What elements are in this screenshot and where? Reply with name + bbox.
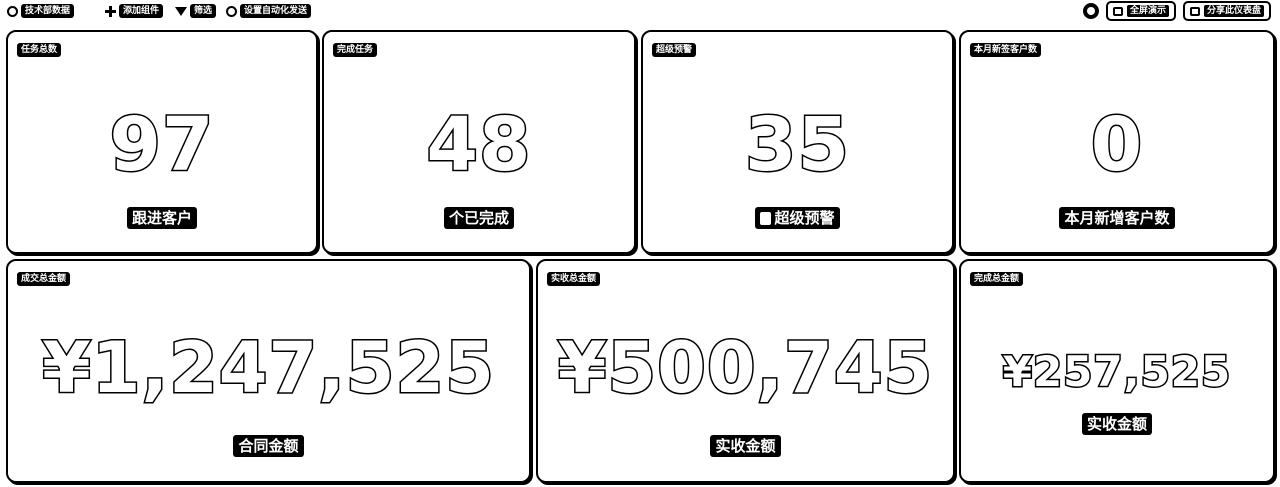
card-tag: 完成任务 bbox=[333, 43, 378, 57]
metric-caption: 超级预警 bbox=[643, 207, 952, 229]
filter-button[interactable]: 筛选 bbox=[175, 3, 217, 19]
caption-text: 跟进客户 bbox=[126, 207, 197, 229]
metric-caption: 实收金额 bbox=[961, 413, 1273, 435]
metric-caption: 合同金额 bbox=[8, 435, 529, 457]
add-widget-button[interactable]: 添加组件 bbox=[105, 3, 164, 19]
add-widget-label: 添加组件 bbox=[119, 4, 164, 18]
caption-text: 实收金额 bbox=[710, 435, 781, 457]
caption-text: 本月新增客户数 bbox=[1059, 207, 1175, 229]
filter-label: 筛选 bbox=[190, 4, 217, 18]
funnel-icon bbox=[175, 6, 187, 16]
card-done-amount[interactable]: 完成总金额 ¥257,525 实收金额 bbox=[959, 259, 1275, 483]
share-dashboard-button[interactable]: 分享此仪表盘 bbox=[1183, 1, 1272, 21]
card-total-tasks[interactable]: 任务总数 97 跟进客户 bbox=[6, 30, 318, 254]
card-tag: 成交总金额 bbox=[17, 272, 71, 286]
caption-label: 超级预警 bbox=[774, 209, 835, 227]
metric-value: ¥1,247,525 bbox=[41, 327, 496, 409]
card-new-customers[interactable]: 本月新签客户数 0 本月新增客户数 bbox=[959, 30, 1275, 254]
share-label: 分享此仪表盘 bbox=[1204, 5, 1265, 17]
metric-value: 48 bbox=[425, 102, 532, 188]
dashboard-toolbar: 技术部数据 添加组件 筛选 设置自动化发送 全屏演示 分享此仪表盘 bbox=[0, 0, 1280, 24]
card-deal-total[interactable]: 成交总金额 ¥1,247,525 合同金额 bbox=[6, 259, 531, 483]
card-tag: 本月新签客户数 bbox=[970, 43, 1042, 57]
caption-text: 实收金额 bbox=[1081, 413, 1152, 435]
dashboard-title: 技术部数据 bbox=[21, 4, 75, 18]
monitor-icon bbox=[1113, 6, 1123, 16]
settings-gear-icon[interactable] bbox=[1083, 3, 1099, 19]
warning-icon bbox=[760, 212, 772, 225]
clock-icon bbox=[226, 5, 237, 17]
metric-caption: 跟进客户 bbox=[8, 207, 316, 229]
card-tag: 实收总金额 bbox=[547, 272, 601, 286]
caption-text: 合同金额 bbox=[233, 435, 304, 457]
plus-icon bbox=[105, 5, 116, 17]
metric-value: 35 bbox=[744, 102, 851, 188]
auto-send-label: 设置自动化发送 bbox=[240, 4, 312, 18]
share-icon bbox=[1190, 6, 1200, 16]
card-received-total[interactable]: 实收总金额 ¥500,745 实收金额 bbox=[536, 259, 955, 483]
card-tag: 超级预警 bbox=[652, 43, 697, 57]
metric-value: 0 bbox=[1089, 102, 1144, 188]
metric-value: ¥500,745 bbox=[556, 327, 934, 409]
metric-caption: 个已完成 bbox=[324, 207, 634, 229]
card-tag: 任务总数 bbox=[17, 43, 62, 57]
fullscreen-button[interactable]: 全屏演示 bbox=[1106, 1, 1177, 21]
caption-text: 超级预警 bbox=[755, 207, 840, 229]
card-overdue-warning[interactable]: 超级预警 35 超级预警 bbox=[641, 30, 954, 254]
dashboard-title-button[interactable]: 技术部数据 bbox=[7, 3, 75, 19]
metric-caption: 实收金额 bbox=[538, 435, 953, 457]
dashboard-icon bbox=[7, 5, 18, 17]
card-done-tasks[interactable]: 完成任务 48 个已完成 bbox=[322, 30, 636, 254]
fullscreen-label: 全屏演示 bbox=[1127, 5, 1170, 17]
metric-value: 97 bbox=[108, 102, 215, 188]
auto-send-button[interactable]: 设置自动化发送 bbox=[226, 3, 312, 19]
metric-caption: 本月新增客户数 bbox=[961, 207, 1273, 229]
caption-text: 个已完成 bbox=[443, 207, 514, 229]
card-tag: 完成总金额 bbox=[970, 272, 1024, 286]
metric-value: ¥257,525 bbox=[1001, 347, 1232, 396]
